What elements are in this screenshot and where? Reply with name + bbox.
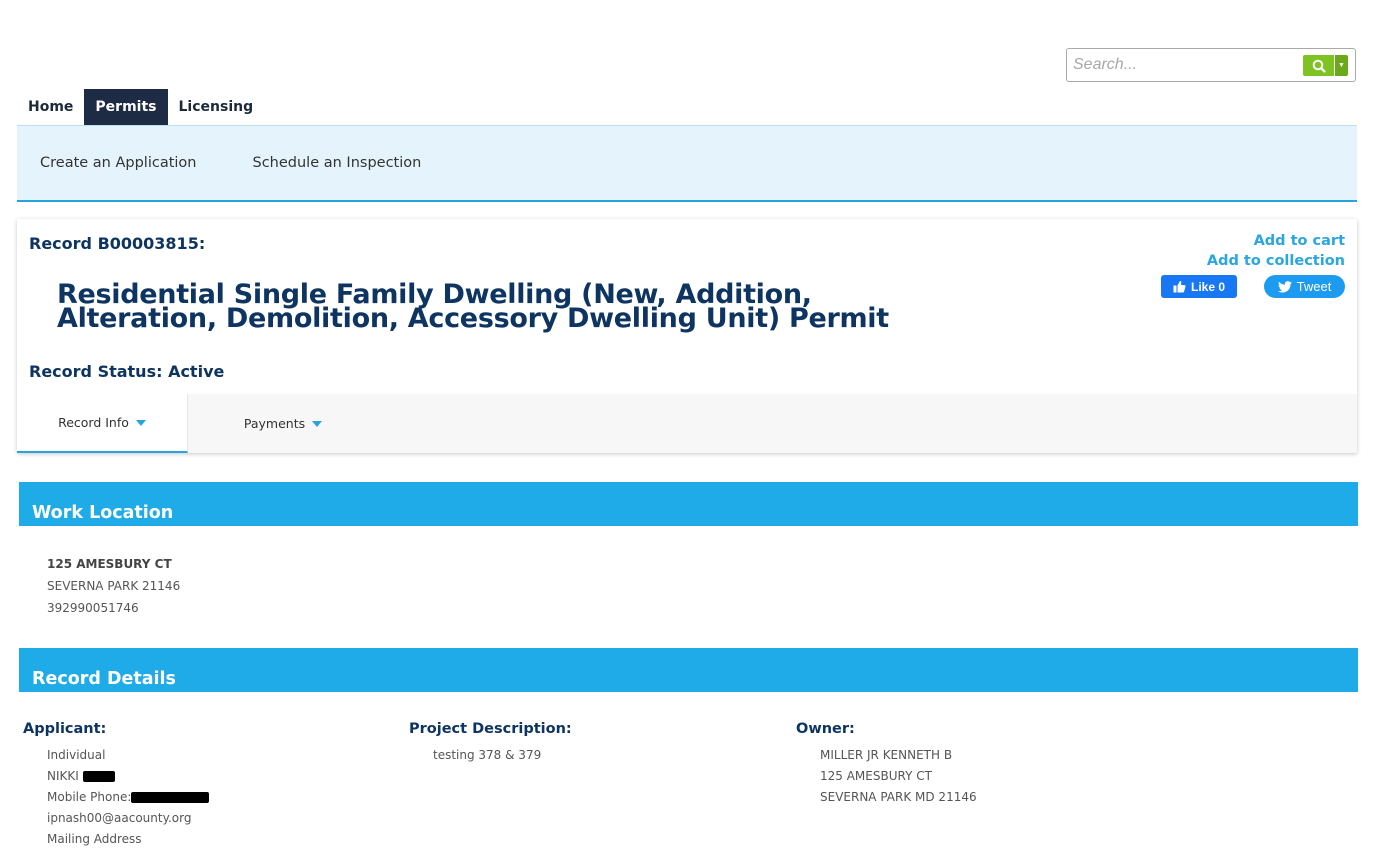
tab-record-info-label: Record Info: [58, 415, 129, 430]
tab-payments[interactable]: Payments: [188, 394, 378, 453]
applicant-heading: Applicant:: [23, 721, 107, 737]
mobile-phone-label: Mobile Phone:: [47, 790, 132, 804]
tweet-button[interactable]: Tweet: [1264, 275, 1345, 298]
tab-record-info[interactable]: Record Info: [17, 394, 188, 453]
work-location-address: 125 AMESBURY CT SEVERNA PARK 21146 39299…: [47, 553, 180, 619]
applicant-type: Individual: [47, 748, 106, 762]
search-box: ▼: [1066, 48, 1356, 82]
facebook-like-button[interactable]: Like 0: [1161, 275, 1237, 298]
search-button[interactable]: [1303, 55, 1334, 76]
work-location-header: Work Location: [19, 482, 1358, 526]
owner-address-line-2: SEVERNA PARK MD 21146: [820, 790, 977, 804]
caret-down-icon: ▼: [1338, 62, 1345, 69]
applicant-email: ipnash00@aacounty.org: [47, 811, 192, 825]
record-details-title: Record Details: [32, 669, 176, 689]
caret-down-icon: [135, 419, 146, 426]
caret-down-icon: [312, 420, 323, 427]
record-status: Record Status: Active: [29, 362, 225, 381]
parcel-number: 392990051746: [47, 601, 139, 615]
record-details-header: Record Details: [19, 648, 1358, 692]
owner-name: MILLER JR KENNETH B: [820, 748, 953, 762]
tweet-label: Tweet: [1296, 279, 1332, 294]
project-description-section: Project Description: testing 378 & 379: [409, 721, 572, 766]
project-description-text: testing 378 & 379: [433, 748, 542, 762]
owner-heading: Owner:: [796, 721, 855, 737]
redacted-phone: [131, 792, 210, 803]
nav-permits[interactable]: Permits: [84, 89, 168, 132]
applicant-phone-row: Mobile Phone:: [47, 787, 210, 808]
create-application-link[interactable]: Create an Application: [40, 155, 197, 171]
redacted-surname: [82, 771, 115, 782]
add-to-collection-link[interactable]: Add to collection: [1207, 253, 1345, 269]
address-line-2: SEVERNA PARK 21146: [47, 579, 181, 593]
twitter-bird-icon: [1277, 280, 1292, 293]
thumbs-up-icon: [1173, 281, 1186, 293]
applicant-name-row: NIKKI: [47, 766, 209, 787]
applicant-section: Applicant: Individual NIKKI Mobile Phone…: [23, 721, 210, 850]
search-dropdown-button[interactable]: ▼: [1335, 55, 1348, 76]
tab-payments-label: Payments: [243, 416, 306, 431]
work-location-title: Work Location: [32, 503, 174, 523]
address-line-1: 125 AMESBURY CT: [47, 557, 172, 571]
nav-licensing[interactable]: Licensing: [168, 89, 265, 125]
add-to-cart-link[interactable]: Add to cart: [1254, 233, 1345, 249]
top-nav: Home Permits Licensing: [17, 89, 265, 132]
sub-nav: Create an Application Schedule an Inspec…: [17, 125, 1357, 202]
search-input[interactable]: [1068, 50, 1300, 80]
record-card: Record B00003815: Residential Single Fam…: [17, 219, 1357, 453]
schedule-inspection-link[interactable]: Schedule an Inspection: [253, 155, 422, 171]
mailing-address-label: Mailing Address: [47, 832, 142, 846]
owner-section: Owner: MILLER JR KENNETH B 125 AMESBURY …: [796, 721, 977, 808]
owner-address-line-1: 125 AMESBURY CT: [820, 769, 932, 783]
search-icon: [1312, 59, 1326, 73]
applicant-name: NIKKI: [47, 769, 79, 783]
like-label: Like 0: [1190, 279, 1226, 294]
project-description-heading: Project Description:: [409, 721, 572, 737]
record-title: Residential Single Family Dwelling (New,…: [57, 279, 889, 334]
nav-home[interactable]: Home: [17, 89, 84, 125]
record-id: Record B00003815:: [29, 234, 206, 253]
record-tabs: Record Info Payments: [17, 394, 1357, 453]
